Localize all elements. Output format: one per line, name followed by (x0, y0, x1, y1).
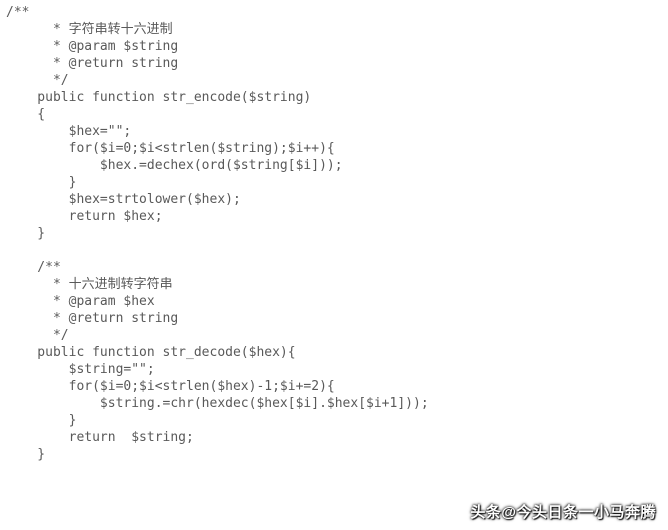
code-block: /** * 字符串转十六进制 * @param $string * @retur… (0, 0, 668, 463)
watermark-text: 头条@今头日条一小马奔腾 (470, 501, 656, 522)
